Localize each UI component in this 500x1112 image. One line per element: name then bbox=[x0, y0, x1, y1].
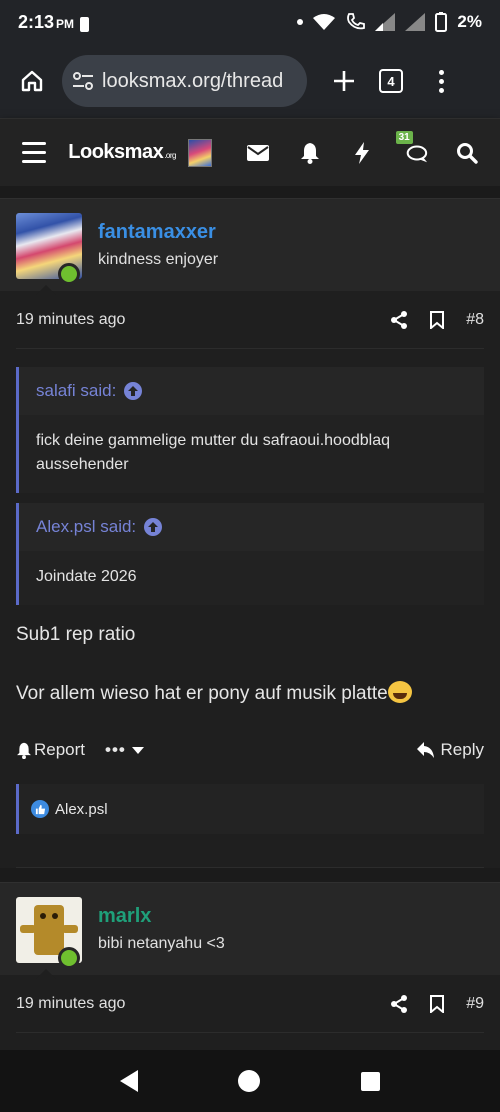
arrow-up-circle-icon[interactable] bbox=[144, 518, 163, 536]
post-8: fantamaxxer kindness enjoyer 19 minutes … bbox=[0, 198, 500, 868]
user-title: bibi netanyahu <3 bbox=[98, 935, 225, 952]
back-icon[interactable] bbox=[120, 1070, 139, 1092]
reaction-user[interactable]: Alex.psl bbox=[55, 801, 108, 818]
post-gap bbox=[0, 868, 500, 882]
post-meta: 19 minutes ago #8 bbox=[16, 291, 484, 349]
battery-icon bbox=[435, 12, 448, 32]
hamburger-icon[interactable] bbox=[22, 142, 47, 163]
system-navigation-bar bbox=[0, 1050, 500, 1112]
recents-icon[interactable] bbox=[360, 1071, 380, 1091]
status-time: 2:13 PM bbox=[18, 11, 75, 32]
browser-toolbar: looksmax.org/thread 4 bbox=[0, 44, 500, 118]
share-icon[interactable] bbox=[390, 994, 408, 1013]
quote-author[interactable]: salafi said: bbox=[36, 381, 116, 401]
bell-icon bbox=[17, 742, 31, 759]
user-title: kindness enjoyer bbox=[98, 251, 219, 268]
search-button[interactable] bbox=[456, 141, 478, 165]
bolt-icon bbox=[355, 141, 370, 164]
status-right: 2% bbox=[297, 12, 482, 32]
quote-block: salafi said: fick deine gammelige mutter… bbox=[16, 367, 484, 493]
chat-icon bbox=[406, 145, 427, 162]
report-label: Report bbox=[34, 740, 86, 759]
notification-dot-icon bbox=[297, 19, 304, 25]
quote-block: Alex.psl said: Joindate 2026 bbox=[16, 503, 484, 605]
username-link[interactable]: marlx bbox=[98, 905, 151, 928]
signal-2-icon bbox=[405, 13, 426, 31]
status-bar: 2:13 PM 2% bbox=[0, 0, 500, 44]
reply-button[interactable]: Reply bbox=[416, 740, 484, 760]
browser-menu-button[interactable] bbox=[439, 69, 444, 93]
post-body: 19 minutes ago #9 bbox=[0, 975, 500, 1050]
online-indicator bbox=[58, 947, 80, 969]
message-line: Vor allem wieso hat er pony auf musik pl… bbox=[16, 683, 388, 704]
arrow-up-circle-icon[interactable] bbox=[124, 382, 143, 400]
quote-text: fick deine gammelige mutter du safraoui.… bbox=[19, 415, 484, 493]
battery-percent: 2% bbox=[457, 12, 482, 31]
post-header: marlx bibi netanyahu <3 bbox=[0, 883, 500, 979]
post-number[interactable]: #8 bbox=[466, 311, 484, 329]
chat-button[interactable]: 31 bbox=[395, 130, 428, 165]
reactions-bar[interactable]: Alex.psl bbox=[16, 784, 484, 834]
post-footer-spacer bbox=[16, 834, 484, 868]
home-icon bbox=[21, 70, 43, 92]
account-avatar[interactable] bbox=[188, 138, 213, 167]
signal-icon bbox=[375, 13, 396, 31]
conversations-button[interactable] bbox=[246, 141, 269, 165]
bell-icon bbox=[301, 142, 320, 164]
alerts-button[interactable] bbox=[299, 141, 321, 165]
new-tab-button[interactable] bbox=[329, 61, 359, 101]
post-actions: Report ••• Reply bbox=[16, 724, 484, 776]
username-link[interactable]: fantamaxxer bbox=[98, 221, 216, 244]
more-options-button[interactable]: ••• bbox=[105, 740, 144, 760]
tabs-switcher-button[interactable]: 4 bbox=[379, 69, 403, 93]
plus-icon bbox=[334, 71, 354, 91]
search-icon bbox=[456, 142, 478, 164]
message-line: Sub1 rep ratio bbox=[16, 624, 136, 645]
call-icon bbox=[347, 13, 366, 30]
url-text[interactable]: looksmax.org/thread bbox=[102, 70, 283, 93]
wifi-icon bbox=[313, 14, 336, 30]
bookmark-icon[interactable] bbox=[430, 310, 445, 329]
envelope-icon bbox=[246, 144, 269, 161]
reply-icon bbox=[416, 742, 434, 758]
home-circle-icon[interactable] bbox=[238, 1070, 261, 1092]
site-logo[interactable]: Looksmax.org bbox=[68, 141, 176, 164]
crying-face-emoji-icon bbox=[387, 681, 412, 703]
quote-author[interactable]: Alex.psl said: bbox=[36, 517, 136, 537]
bookmark-icon[interactable] bbox=[430, 994, 445, 1013]
post-time[interactable]: 19 minutes ago bbox=[16, 311, 125, 329]
quote-header[interactable]: salafi said: bbox=[19, 367, 484, 415]
post-header: fantamaxxer kindness enjoyer bbox=[0, 199, 500, 295]
like-icon bbox=[31, 800, 49, 818]
notifications-badge: 31 bbox=[395, 130, 413, 144]
header-pointer bbox=[36, 285, 56, 295]
chevron-down-icon bbox=[131, 747, 144, 754]
post-9: marlx bibi netanyahu <3 19 minutes ago #… bbox=[0, 882, 500, 1050]
header-pointer bbox=[36, 969, 56, 979]
thread-content: fantamaxxer kindness enjoyer 19 minutes … bbox=[0, 186, 500, 1050]
reply-label: Reply bbox=[440, 740, 484, 759]
post-time[interactable]: 19 minutes ago bbox=[16, 995, 125, 1013]
post-message: Sub1 rep ratio Vor allem wieso hat er po… bbox=[16, 605, 484, 706]
browser-home-button[interactable] bbox=[12, 61, 52, 101]
post-meta: 19 minutes ago #9 bbox=[16, 975, 484, 1033]
report-button[interactable]: Report bbox=[16, 740, 85, 760]
quote-header[interactable]: Alex.psl said: bbox=[19, 503, 484, 551]
quote-text: Joindate 2026 bbox=[19, 551, 484, 605]
site-navigation: Looksmax.org 31 bbox=[0, 118, 500, 186]
tab-count: 4 bbox=[387, 73, 395, 89]
post-number[interactable]: #9 bbox=[466, 995, 484, 1013]
address-bar[interactable]: looksmax.org/thread bbox=[62, 55, 307, 107]
whats-new-button[interactable] bbox=[351, 141, 373, 165]
online-indicator bbox=[58, 263, 80, 285]
share-icon[interactable] bbox=[390, 310, 408, 329]
battery-saver-icon bbox=[80, 16, 90, 32]
tune-icon[interactable] bbox=[72, 71, 94, 91]
post-body: 19 minutes ago #8 salafi said: fick dein… bbox=[0, 291, 500, 868]
